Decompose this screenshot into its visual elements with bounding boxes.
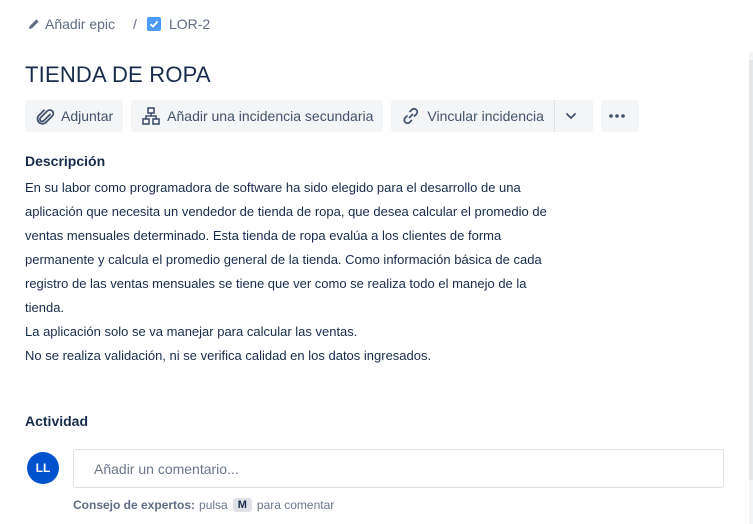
description-body[interactable]: En su labor como programadora de softwar… [25,176,595,368]
link-issue-button[interactable]: Vincular incidencia [391,100,554,132]
attach-button[interactable]: Adjuntar [25,100,124,132]
link-issue-label: Vincular incidencia [427,108,544,124]
pencil-icon [28,18,40,30]
link-icon [401,106,427,126]
scrollbar-thumb[interactable] [749,60,753,480]
more-actions-button[interactable] [600,100,639,132]
breadcrumb: Añadir epic / LOR-2 [28,14,210,34]
pro-tip-pre: pulsa [199,498,228,512]
description-line: La aplicación solo se va manejar para ca… [25,324,358,339]
hierarchy-icon [141,106,167,126]
description-line: permanente y calcula el promedio general… [25,252,542,267]
avatar[interactable]: LL [27,452,59,484]
more-icon [608,107,632,125]
description-line: tienda. [25,300,65,315]
link-issue-dropdown-button[interactable] [554,100,593,132]
description-heading: Descripción [25,153,106,169]
activity-heading: Actividad [25,413,89,429]
pro-tip-label: Consejo de expertos: [73,498,196,512]
issue-title[interactable]: TIENDA DE ROPA [25,62,211,88]
issue-toolbar: Adjuntar Añadir una incidencia secundari… [25,100,647,132]
add-child-issue-button[interactable]: Añadir una incidencia secundaria [131,100,384,132]
issue-key: LOR-2 [168,16,211,32]
issue-key-link[interactable]: LOR-2 [146,16,211,32]
description-line: ventas mensuales determinado. Esta tiend… [25,228,502,243]
add-epic-label: Añadir epic [45,16,116,32]
add-child-issue-label: Añadir una incidencia secundaria [167,108,374,124]
attach-label: Adjuntar [61,108,114,124]
description-line: aplicación que necesita un vendedor de t… [25,204,547,219]
pro-tip: Consejo de expertos: pulsa M para coment… [73,498,334,512]
breadcrumb-separator: / [133,16,137,32]
pro-tip-post: para comentar [256,498,335,512]
description-line: En su labor como programadora de softwar… [25,180,521,195]
shortcut-key: M [232,498,252,512]
comment-input[interactable]: Añadir un comentario... [73,449,724,488]
add-epic-link[interactable]: Añadir epic [28,16,115,32]
description-line: registro de las ventas mensuales se tien… [25,276,527,291]
link-issue-split: Vincular incidencia [391,100,593,132]
checkbox-icon [146,17,161,31]
chevron-down-icon [563,108,585,124]
description-line: No se realiza validación, ni se verifica… [25,348,432,363]
paperclip-icon [35,106,61,126]
